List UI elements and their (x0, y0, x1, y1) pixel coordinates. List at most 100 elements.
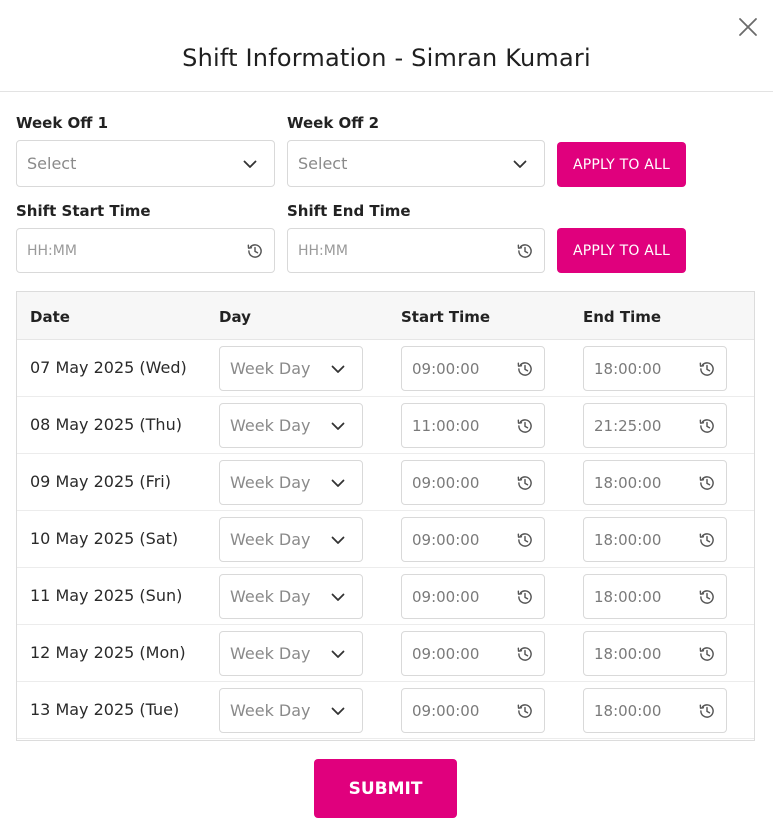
week-off-1-label: Week Off 1 (16, 114, 109, 132)
shift-end-time-placeholder: HH:MM (298, 242, 348, 259)
table-row: 10 May 2025 (Sat) Week Day 09:00:00 18:0… (17, 511, 754, 568)
history-clock-icon[interactable] (246, 242, 264, 260)
start-time-value: 09:00:00 (412, 530, 480, 549)
start-time-value: 09:00:00 (412, 359, 480, 378)
day-type-select[interactable]: Week Day (219, 631, 363, 676)
modal-title: Shift Information - Simran Kumari (182, 44, 591, 72)
history-clock-icon[interactable] (516, 702, 534, 720)
table-row: 07 May 2025 (Wed) Week Day 09:00:00 18:0… (17, 340, 754, 397)
chevron-down-icon (513, 160, 527, 168)
shift-table: Date Day Start Time End Time 07 May 2025… (16, 291, 755, 741)
day-type-select[interactable]: Week Day (219, 403, 363, 448)
shift-start-time-label: Shift Start Time (16, 202, 151, 220)
shift-information-modal: Shift Information - Simran Kumari Week O… (0, 0, 773, 833)
history-clock-icon[interactable] (516, 360, 534, 378)
chevron-down-icon (331, 593, 345, 601)
end-time-input[interactable]: 18:00:00 (583, 688, 727, 733)
shift-start-time-placeholder: HH:MM (27, 242, 77, 259)
column-header-day: Day (219, 308, 251, 326)
day-type-value: Week Day (230, 644, 311, 663)
start-time-input[interactable]: 09:00:00 (401, 517, 545, 562)
table-row: 08 May 2025 (Thu) Week Day 11:00:00 21:2… (17, 397, 754, 454)
week-off-2-label: Week Off 2 (287, 114, 380, 132)
chevron-down-icon (331, 365, 345, 373)
history-clock-icon[interactable] (698, 645, 716, 663)
close-icon[interactable] (737, 16, 759, 38)
end-time-value: 18:00:00 (594, 473, 662, 492)
day-type-value: Week Day (230, 359, 311, 378)
start-time-input[interactable]: 09:00:00 (401, 688, 545, 733)
chevron-down-icon (331, 479, 345, 487)
end-time-value: 21:25:00 (594, 416, 662, 435)
end-time-value: 18:00:00 (594, 644, 662, 663)
start-time-value: 09:00:00 (412, 644, 480, 663)
day-type-select[interactable]: Week Day (219, 460, 363, 505)
history-clock-icon[interactable] (516, 242, 534, 260)
start-time-input[interactable]: 09:00:00 (401, 346, 545, 391)
history-clock-icon[interactable] (516, 531, 534, 549)
end-time-input[interactable]: 18:00:00 (583, 346, 727, 391)
day-type-select[interactable]: Week Day (219, 574, 363, 619)
history-clock-icon[interactable] (516, 645, 534, 663)
column-header-start-time: Start Time (401, 308, 491, 326)
day-type-value: Week Day (230, 701, 311, 720)
row-date: 08 May 2025 (Thu) (30, 415, 182, 434)
chevron-down-icon (331, 536, 345, 544)
row-date: 12 May 2025 (Mon) (30, 643, 186, 662)
end-time-input[interactable]: 18:00:00 (583, 574, 727, 619)
start-time-value: 09:00:00 (412, 473, 480, 492)
history-clock-icon[interactable] (516, 474, 534, 492)
start-time-input[interactable]: 09:00:00 (401, 631, 545, 676)
end-time-value: 18:00:00 (594, 359, 662, 378)
table-row: 09 May 2025 (Fri) Week Day 09:00:00 18:0… (17, 454, 754, 511)
shift-end-time-label: Shift End Time (287, 202, 411, 220)
table-row: 13 May 2025 (Tue) Week Day 09:00:00 18:0… (17, 682, 754, 739)
chevron-down-icon (243, 160, 257, 168)
table-row: 11 May 2025 (Sun) Week Day 09:00:00 18:0… (17, 568, 754, 625)
week-off-1-value: Select (27, 154, 77, 173)
day-type-value: Week Day (230, 416, 311, 435)
end-time-value: 18:00:00 (594, 587, 662, 606)
shift-start-time-input[interactable]: HH:MM (16, 228, 275, 273)
shift-end-time-input[interactable]: HH:MM (287, 228, 545, 273)
day-type-select[interactable]: Week Day (219, 517, 363, 562)
row-date: 11 May 2025 (Sun) (30, 586, 183, 605)
chevron-down-icon (331, 707, 345, 715)
history-clock-icon[interactable] (698, 531, 716, 549)
start-time-value: 09:00:00 (412, 701, 480, 720)
end-time-input[interactable]: 21:25:00 (583, 403, 727, 448)
row-date: 10 May 2025 (Sat) (30, 529, 179, 548)
chevron-down-icon (331, 422, 345, 430)
week-off-2-value: Select (298, 154, 348, 173)
end-time-value: 18:00:00 (594, 701, 662, 720)
history-clock-icon[interactable] (698, 417, 716, 435)
end-time-input[interactable]: 18:00:00 (583, 631, 727, 676)
row-date: 07 May 2025 (Wed) (30, 358, 187, 377)
submit-button[interactable]: SUBMIT (314, 759, 457, 818)
table-row: 12 May 2025 (Mon) Week Day 09:00:00 18:0… (17, 625, 754, 682)
history-clock-icon[interactable] (698, 588, 716, 606)
week-off-2-select[interactable]: Select (287, 140, 545, 187)
history-clock-icon[interactable] (516, 588, 534, 606)
start-time-input[interactable]: 09:00:00 (401, 574, 545, 619)
start-time-value: 11:00:00 (412, 416, 480, 435)
column-header-end-time: End Time (583, 308, 662, 326)
day-type-select[interactable]: Week Day (219, 688, 363, 733)
history-clock-icon[interactable] (698, 474, 716, 492)
day-type-value: Week Day (230, 473, 311, 492)
apply-week-off-to-all-button[interactable]: APPLY TO ALL (557, 142, 686, 187)
history-clock-icon[interactable] (698, 702, 716, 720)
end-time-input[interactable]: 18:00:00 (583, 460, 727, 505)
history-clock-icon[interactable] (516, 417, 534, 435)
end-time-input[interactable]: 18:00:00 (583, 517, 727, 562)
end-time-value: 18:00:00 (594, 530, 662, 549)
day-type-value: Week Day (230, 530, 311, 549)
day-type-select[interactable]: Week Day (219, 346, 363, 391)
column-header-date: Date (30, 308, 70, 326)
week-off-1-select[interactable]: Select (16, 140, 275, 187)
start-time-value: 09:00:00 (412, 587, 480, 606)
apply-shift-time-to-all-button[interactable]: APPLY TO ALL (557, 228, 686, 273)
start-time-input[interactable]: 09:00:00 (401, 460, 545, 505)
start-time-input[interactable]: 11:00:00 (401, 403, 545, 448)
history-clock-icon[interactable] (698, 360, 716, 378)
